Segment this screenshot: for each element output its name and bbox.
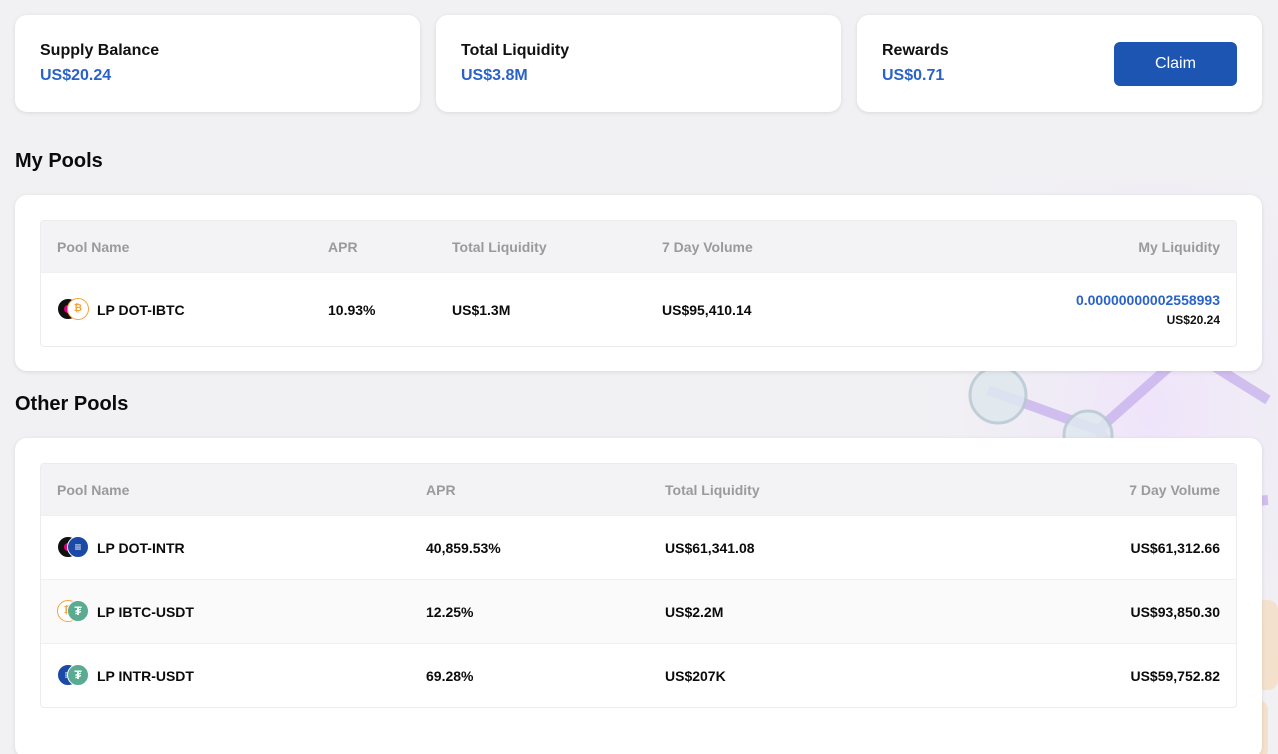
pool-name-cell: ≡ ₮ LP INTR-USDT (57, 663, 426, 688)
pool-name: LP IBTC-USDT (97, 603, 194, 620)
other-pools-title: Other Pools (15, 393, 129, 415)
total-liquidity-cell: US$207K (665, 667, 726, 684)
pool-name: LP INTR-USDT (97, 667, 194, 684)
pool-name-cell: ₿ LP DOT-IBTC (57, 297, 328, 322)
supply-balance-value: US$20.24 (40, 67, 112, 84)
apr-cell: 10.93% (328, 301, 376, 318)
column-header-7-day-volume[interactable]: 7 Day Volume (662, 239, 912, 255)
total-liquidity-cell: US$1.3M (452, 301, 511, 318)
my-pools-card: Pool Name APR Total Liquidity 7 Day Volu… (15, 195, 1262, 371)
table-row[interactable]: ≡ LP DOT-INTR 40,859.53% US$61,341.08 US… (41, 515, 1236, 579)
apr-cell: 12.25% (426, 603, 474, 620)
other-pools-table: Pool Name APR Total Liquidity 7 Day Volu… (40, 463, 1237, 708)
volume-cell: US$59,752.82 (1130, 667, 1220, 684)
column-header-total-liquidity[interactable]: Total Liquidity (665, 482, 915, 498)
pool-token-icons: ≡ (57, 535, 89, 560)
usdt-icon: ₮ (67, 663, 89, 686)
apr-cell: 69.28% (426, 667, 474, 684)
apr-cell: 40,859.53% (426, 539, 501, 556)
rewards-card: Rewards US$0.71 Claim (857, 15, 1262, 112)
table-row[interactable]: ≡ ₮ LP INTR-USDT 69.28% US$207K US$59,75… (41, 643, 1236, 707)
column-header-pool-name[interactable]: Pool Name (57, 239, 328, 255)
table-row[interactable]: ₿ ₮ LP IBTC-USDT 12.25% US$2.2M US$93,85… (41, 579, 1236, 643)
supply-balance-label: Supply Balance (40, 42, 160, 59)
volume-cell: US$95,410.14 (662, 301, 752, 318)
total-liquidity-value: US$3.8M (461, 67, 528, 84)
table-row[interactable]: ₿ LP DOT-IBTC 10.93% US$1.3M US$95,410.1… (41, 272, 1236, 346)
total-liquidity-cell: US$61,341.08 (665, 539, 755, 556)
supply-balance-card: Supply Balance US$20.24 (15, 15, 420, 112)
main-content: Supply Balance US$20.24 Total Liquidity … (15, 15, 1262, 754)
volume-cell: US$93,850.30 (1130, 603, 1220, 620)
pool-token-icons: ≡ ₮ (57, 663, 89, 688)
my-liquidity-usd: US$20.24 (1166, 313, 1220, 327)
volume-cell: US$61,312.66 (1130, 539, 1220, 556)
table-header: Pool Name APR Total Liquidity 7 Day Volu… (41, 221, 1236, 272)
total-liquidity-card: Total Liquidity US$3.8M (436, 15, 841, 112)
table-header: Pool Name APR Total Liquidity 7 Day Volu… (41, 464, 1236, 515)
pool-token-icons: ₿ ₮ (57, 599, 89, 624)
my-pools-title: My Pools (15, 150, 103, 172)
my-liquidity-cell: 0.00000000002558993 US$20.24 (912, 291, 1220, 328)
column-header-apr[interactable]: APR (426, 482, 665, 498)
column-header-total-liquidity[interactable]: Total Liquidity (452, 239, 662, 255)
ibtc-icon: ₿ (67, 297, 89, 320)
stats-row: Supply Balance US$20.24 Total Liquidity … (15, 15, 1262, 112)
column-header-7-day-volume[interactable]: 7 Day Volume (915, 482, 1220, 498)
pool-token-icons: ₿ (57, 297, 89, 322)
column-header-apr[interactable]: APR (328, 239, 452, 255)
my-liquidity-amount: 0.00000000002558993 (1075, 292, 1220, 308)
column-header-pool-name[interactable]: Pool Name (57, 482, 426, 498)
pool-name: LP DOT-INTR (97, 539, 185, 556)
pool-name-cell: ₿ ₮ LP IBTC-USDT (57, 599, 426, 624)
other-pools-card: Pool Name APR Total Liquidity 7 Day Volu… (15, 438, 1262, 754)
my-pools-table: Pool Name APR Total Liquidity 7 Day Volu… (40, 220, 1237, 347)
column-header-my-liquidity[interactable]: My Liquidity (912, 239, 1220, 255)
pool-name: LP DOT-IBTC (97, 301, 185, 318)
total-liquidity-label: Total Liquidity (461, 42, 570, 59)
intr-icon: ≡ (67, 535, 89, 558)
pool-name-cell: ≡ LP DOT-INTR (57, 535, 426, 560)
claim-button[interactable]: Claim (1114, 42, 1237, 86)
usdt-icon: ₮ (67, 599, 89, 622)
total-liquidity-cell: US$2.2M (665, 603, 724, 620)
